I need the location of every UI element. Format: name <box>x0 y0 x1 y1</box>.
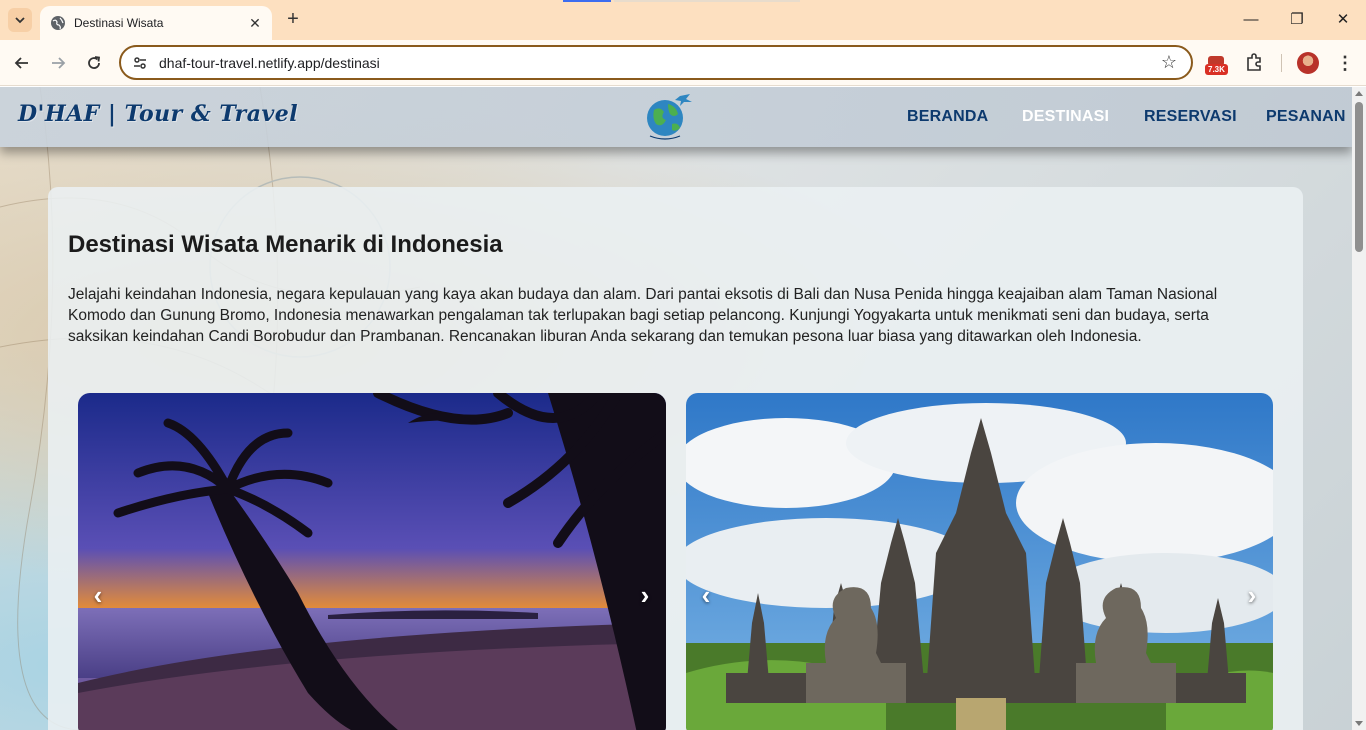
extensions-menu-button[interactable] <box>1244 52 1266 74</box>
browser-tab[interactable]: Destinasi Wisata ✕ <box>40 6 272 40</box>
carousel-next-button[interactable]: › <box>635 580 655 610</box>
carousel-beach[interactable]: ‹ › <box>78 393 666 730</box>
scroll-up-arrow-icon[interactable] <box>1355 91 1363 96</box>
page-viewport: D'HAF | Tour & Travel BERANDA DESTINASI … <box>0 87 1352 730</box>
carousel-next-button[interactable]: › <box>1242 580 1262 610</box>
tab-title: Destinasi Wisata <box>74 16 164 30</box>
carousel-prev-button[interactable]: ‹ <box>88 580 108 610</box>
tab-close-icon[interactable]: ✕ <box>246 15 264 32</box>
arrow-right-icon <box>52 57 66 69</box>
reload-button[interactable] <box>81 50 107 76</box>
destination-card: Destinasi Wisata Menarik di Indonesia Je… <box>48 187 1303 730</box>
profile-avatar[interactable] <box>1297 52 1319 74</box>
address-bar[interactable]: dhaf-tour-travel.netlify.app/destinasi ☆ <box>119 45 1193 80</box>
browser-tab-strip: Destinasi Wisata ✕ + — ❐ ✕ <box>0 0 1366 40</box>
scroll-down-arrow-icon[interactable] <box>1355 721 1363 726</box>
temple-image <box>686 393 1273 730</box>
page-scrollbar[interactable] <box>1352 87 1366 730</box>
globe-icon <box>51 16 65 30</box>
arrow-left-icon <box>14 57 28 69</box>
beach-sunset-image <box>78 393 666 730</box>
extension-button[interactable]: 7.3K <box>1205 54 1231 78</box>
brand-logo-text[interactable]: D'HAF | Tour & Travel <box>18 101 298 127</box>
tab-strip-accent-secondary <box>614 0 800 2</box>
forward-button[interactable] <box>45 50 71 76</box>
extension-badge: 7.3K <box>1205 64 1228 75</box>
site-settings-icon[interactable] <box>131 54 149 72</box>
tab-search-button[interactable] <box>8 8 32 32</box>
intro-paragraph: Jelajahi keindahan Indonesia, negara kep… <box>68 286 1218 345</box>
nav-link-reservasi[interactable]: RESERVASI <box>1144 108 1237 126</box>
carousel-prev-button[interactable]: ‹ <box>696 580 716 610</box>
browser-menu-icon[interactable]: ⋮ <box>1336 51 1354 75</box>
carousel-temple[interactable]: ‹ › <box>686 393 1273 730</box>
browser-toolbar: dhaf-tour-travel.netlify.app/destinasi ☆… <box>0 40 1366 86</box>
puzzle-icon <box>1247 53 1261 71</box>
nav-link-beranda[interactable]: BERANDA <box>907 108 988 126</box>
close-window-button[interactable]: ✕ <box>1320 8 1366 32</box>
new-tab-button[interactable]: + <box>282 9 304 31</box>
globe-plane-logo[interactable] <box>640 90 694 142</box>
chevron-down-icon <box>15 17 25 24</box>
bookmark-star-icon[interactable]: ☆ <box>1161 52 1177 73</box>
nav-link-pesanan[interactable]: PESANAN <box>1266 108 1346 126</box>
site-header: D'HAF | Tour & Travel BERANDA DESTINASI … <box>0 87 1352 147</box>
restore-button[interactable]: ❐ <box>1274 8 1320 32</box>
nav-link-destinasi[interactable]: DESTINASI <box>1022 108 1109 126</box>
scroll-thumb[interactable] <box>1355 102 1363 252</box>
minimize-button[interactable]: — <box>1228 8 1274 32</box>
tab-strip-accent <box>563 0 611 2</box>
back-button[interactable] <box>9 50 35 76</box>
url-text[interactable]: dhaf-tour-travel.netlify.app/destinasi <box>159 55 1161 71</box>
toolbar-separator <box>1281 54 1282 72</box>
page-title: Destinasi Wisata Menarik di Indonesia <box>68 231 503 258</box>
reload-icon <box>88 56 101 69</box>
